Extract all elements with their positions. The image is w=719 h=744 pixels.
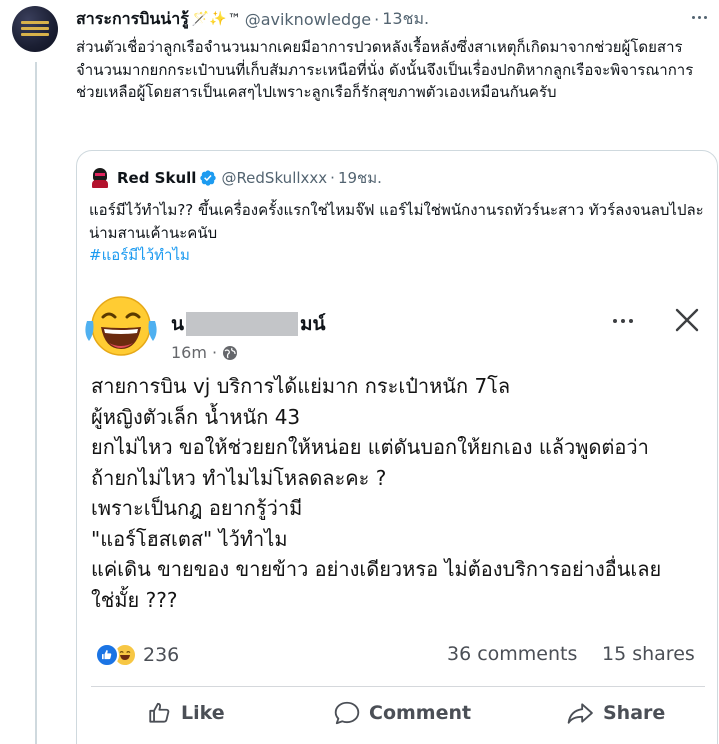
more-dot — [621, 319, 625, 323]
more-dot — [703, 15, 707, 19]
name-emoji: 🪄✨ — [191, 11, 227, 27]
fb-post-line: เพราะเป็นกฎ อยากรู้ว่ามี — [91, 496, 303, 520]
author-name[interactable]: สาระการบินน่ารู้ — [76, 7, 189, 32]
comment-bubble-icon — [334, 701, 360, 725]
more-dot — [613, 319, 617, 323]
share-arrow-icon — [567, 703, 593, 724]
reactions-summary[interactable]: 236 — [95, 643, 179, 667]
fb-name-end: มน์ — [300, 313, 326, 335]
quoted-tweet-header: Red Skull @RedSkullxxx · 19ชม. — [89, 167, 382, 189]
fb-poster-name[interactable]: น มน์ — [171, 309, 326, 339]
fb-more-options-button[interactable] — [609, 316, 637, 326]
fb-post-line: "แอร์โฮสเตส" ไว้ทำไม — [91, 526, 288, 551]
fb-post-meta: 16m · — [171, 343, 238, 362]
share-label: Share — [603, 702, 666, 724]
hashtag-link[interactable]: #แอร์มีไว้ทำไม — [89, 244, 709, 267]
avatar-stripe — [21, 33, 49, 36]
fb-post-line: แค่เดิน ขายของ ขายข้าว อย่างเดียวหรอ ไม่… — [91, 557, 662, 581]
quoted-tweet-text: แอร์มีไว้ทำไม?? ขึ้นเครื่องครั้งแรกใช่ไห… — [89, 199, 709, 267]
more-dot — [691, 15, 695, 19]
trademark-mark: ™ — [227, 11, 241, 27]
quoted-author-avatar[interactable] — [89, 167, 111, 189]
fb-post-line: ผู้หญิงตัวเล็ก น้ำหนัก 43 — [91, 404, 301, 429]
avatar-stripe — [21, 21, 49, 24]
separator-dot: · — [330, 169, 335, 187]
tweet-time[interactable]: 13ชม. — [382, 7, 429, 32]
divider — [91, 686, 705, 687]
name-redaction-block — [186, 312, 298, 336]
quoted-author-name[interactable]: Red Skull — [117, 169, 196, 187]
tweet-text: ส่วนตัวเชื่อว่าลูกเรือจำนวนมากเคยมีอาการ… — [76, 38, 694, 101]
fb-post-text: สายการบิน vj บริการได้แย่มาก กระเป๋าหนัก… — [91, 371, 711, 615]
fb-post-line: ยกไม่ไหว ขอให้ช่วยยกให้หน่อย แต่ดันบอกให… — [91, 435, 649, 459]
fb-post-stats: 236 36 comments 15 shares — [77, 643, 717, 669]
share-count[interactable]: 15 shares — [602, 643, 695, 665]
more-dot — [629, 319, 633, 323]
quoted-tweet-time[interactable]: 19ชม. — [338, 166, 382, 190]
separator-dot: · — [374, 9, 380, 29]
comment-button[interactable]: Comment — [333, 695, 471, 731]
fb-post-line: ใช่มั้ย ??? — [91, 587, 178, 612]
close-icon[interactable] — [672, 305, 702, 335]
tweet-header: สาระการบินน่ารู้ 🪄✨ ™ @aviknowledge · 13… — [76, 8, 429, 30]
like-reaction-icon — [95, 643, 119, 667]
separator-dot: · — [211, 343, 218, 362]
globe-icon — [223, 345, 238, 360]
reaction-count: 236 — [143, 644, 180, 666]
laughing-emoji-icon — [85, 296, 157, 356]
fb-post-line: สายการบิน vj บริการได้แย่มาก กระเป๋าหนัก… — [91, 374, 511, 398]
verified-badge-icon — [200, 170, 217, 186]
author-avatar[interactable] — [12, 6, 58, 52]
thumbs-up-icon — [149, 702, 170, 723]
facebook-post-screenshot: น มน์ 16m · สายการบิน vj บริการได้แย่มาก… — [77, 291, 717, 744]
comment-count[interactable]: 36 comments — [447, 643, 577, 665]
more-options-button[interactable] — [688, 10, 710, 24]
quoted-tweet-card[interactable]: Red Skull @RedSkullxxx · 19ชม. แอร์มีไว้… — [76, 150, 718, 744]
fb-name-start: น — [171, 313, 184, 335]
avatar-stripe — [21, 27, 49, 30]
share-button[interactable]: Share — [565, 695, 665, 731]
fb-post-line: ถ้ายกไม่ไหว ทำไมไม่โหลดละคะ ? — [91, 465, 387, 490]
fb-action-bar: Like Comment Share — [77, 695, 717, 731]
quoted-author-handle[interactable]: @RedSkullxxx — [221, 169, 327, 187]
author-handle[interactable]: @aviknowledge — [245, 10, 371, 29]
thread-connector-line — [35, 62, 37, 744]
quoted-tweet-body: แอร์มีไว้ทำไม?? ขึ้นเครื่องครั้งแรกใช่ไห… — [89, 201, 704, 242]
like-button[interactable]: Like — [147, 695, 225, 731]
comment-label: Comment — [369, 702, 472, 724]
like-label: Like — [181, 702, 225, 724]
more-dot — [697, 15, 701, 19]
fb-post-time[interactable]: 16m — [171, 343, 207, 362]
